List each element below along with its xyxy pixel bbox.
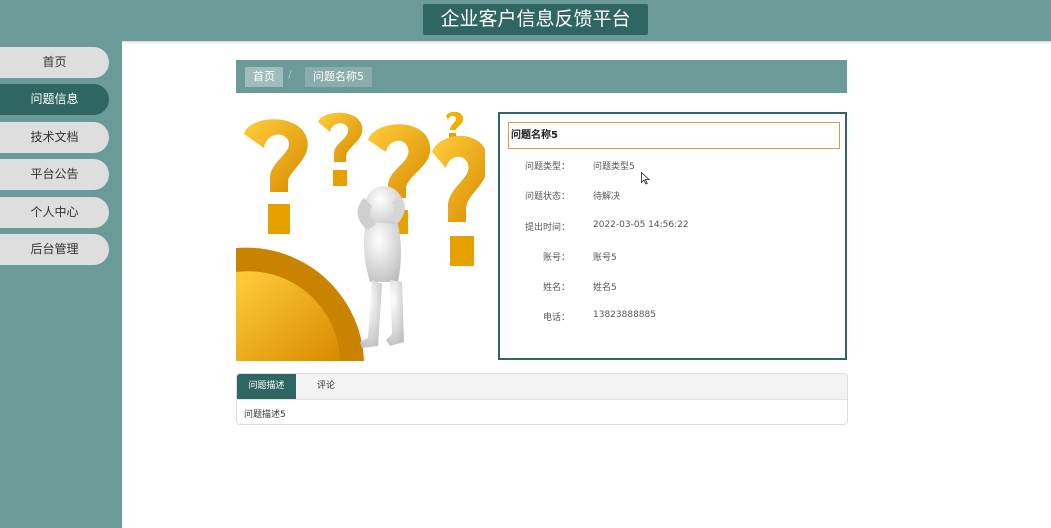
breadcrumb-current: 问题名称5 [305, 67, 372, 87]
issue-type-value: 问题类型5 [593, 162, 635, 172]
nav-item-tech-docs[interactable]: 技术文档 [0, 122, 109, 153]
issue-type-label: 问题类型： [524, 162, 570, 172]
tab-bar: 问题描述 评论 [237, 374, 847, 400]
tab-comments[interactable]: 评论 [306, 374, 346, 399]
breadcrumb-separator: / [288, 68, 292, 81]
site-title: 企业客户信息反馈平台 [423, 4, 648, 35]
name-label: 姓名： [542, 283, 570, 293]
sidebar: 首页 问题信息 技术文档 平台公告 个人中心 后台管理 [0, 41, 122, 528]
issue-status-value: 待解决 [593, 192, 621, 202]
tab-issue-description[interactable]: 问题描述 [237, 374, 296, 399]
breadcrumb: 首页 / 问题名称5 [236, 60, 847, 93]
submit-time-value: 2022-03-05 14:56:22 [593, 220, 689, 230]
header-bar: 企业客户信息反馈平台 [0, 0, 1051, 41]
nav-item-personal-center[interactable]: 个人中心 [0, 197, 109, 228]
issue-description-text: 问题描述5 [244, 410, 286, 420]
issue-image [236, 112, 485, 361]
mouse-cursor-icon [641, 170, 651, 189]
question-marks-illustration [236, 112, 485, 361]
issue-tabs-panel: 问题描述 评论 问题描述5 [236, 373, 848, 425]
issue-title: 问题名称5 [508, 122, 840, 149]
nav-item-home[interactable]: 首页 [0, 47, 109, 78]
name-value: 姓名5 [593, 283, 617, 293]
issue-status-label: 问题状态： [524, 192, 570, 202]
header-shadow [122, 41, 1051, 44]
account-value: 账号5 [593, 253, 617, 263]
nav-item-issues[interactable]: 问题信息 [0, 84, 109, 115]
nav-item-admin[interactable]: 后台管理 [0, 234, 109, 265]
submit-time-label: 提出时间： [524, 223, 570, 233]
phone-value: 13823888885 [593, 310, 656, 320]
issue-detail-card: 问题名称5 问题类型： 问题类型5 问题状态： 待解决 提出时间： 2022-0… [498, 112, 847, 360]
breadcrumb-home-link[interactable]: 首页 [245, 67, 283, 87]
account-label: 账号： [542, 253, 570, 263]
phone-label: 电话： [542, 313, 570, 323]
nav-item-announcements[interactable]: 平台公告 [0, 159, 109, 190]
